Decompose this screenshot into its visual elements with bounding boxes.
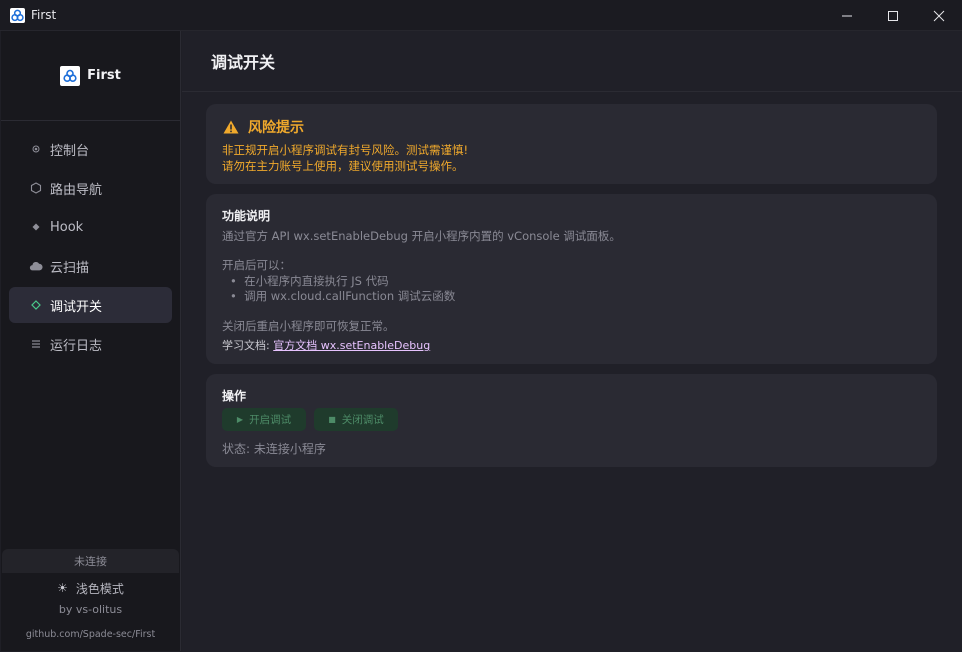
github-link[interactable]: github.com/Spade-sec/First — [1, 617, 180, 651]
title-bar: First — [0, 0, 962, 31]
sidebar-item-label: Hook — [50, 219, 84, 235]
sidebar-item-debug-switch[interactable]: 调试开关 — [9, 287, 172, 323]
app-logo-icon — [10, 7, 25, 23]
risk-warning-line: 请勿在主力账号上使用，建议使用测试号操作。 — [222, 159, 464, 173]
list-item-text: 调用 wx.cloud.callFunction 调试云函数 — [244, 289, 456, 303]
window-controls — [824, 0, 962, 31]
sun-icon: ☀ — [57, 581, 68, 595]
main-content: 调试开关 风险提示 非正规开启小程序调试有封号风险。测试需谨慎! 请勿在主力账号… — [182, 31, 962, 652]
risk-warning-card: 风险提示 非正规开启小程序调试有封号风险。测试需谨慎! 请勿在主力账号上使用，建… — [206, 104, 937, 184]
sidebar: First 控制台 路由导航 Hook 云扫描 调试开关 运行日志 未连接 ☀ … — [1, 31, 181, 651]
close-icon — [933, 10, 945, 21]
operations-card: 操作 ▶ 开启调试 ■ 关闭调试 状态: 未连接小程序 — [206, 374, 937, 467]
stop-icon: ■ — [328, 415, 336, 424]
author-byline: by vs-olitus — [58, 603, 123, 616]
brand-logo-icon — [60, 65, 81, 86]
dot-icon — [29, 145, 43, 153]
doc-label: 学习文档: — [222, 339, 270, 352]
sidebar-nav: 控制台 路由导航 Hook 云扫描 调试开关 运行日志 — [1, 121, 180, 362]
risk-warning-title: 风险提示 — [248, 120, 304, 136]
page-header: 调试开关 — [182, 31, 962, 92]
operations-title: 操作 — [222, 389, 247, 403]
restore-note: 关闭后重启小程序即可恢复正常。 — [222, 319, 395, 333]
risk-warning-line: 非正规开启小程序调试有封号风险。测试需谨慎! — [222, 143, 469, 157]
sidebar-item-label: 路由导航 — [50, 182, 103, 198]
minimize-button[interactable] — [824, 0, 870, 31]
feature-description-text: 通过官方 API wx.setEnableDebug 开启小程序内置的 vCon… — [222, 229, 621, 243]
feature-description-card: 功能说明 通过官方 API wx.setEnableDebug 开启小程序内置的… — [206, 194, 937, 364]
sidebar-item-label: 控制台 — [50, 143, 90, 159]
cloud-icon — [29, 260, 43, 272]
play-icon: ▶ — [236, 415, 244, 424]
connection-status: 未连接 — [2, 549, 179, 573]
list-icon — [29, 339, 43, 349]
enable-debug-button[interactable]: ▶ 开启调试 — [222, 408, 306, 431]
disable-debug-label: 关闭调试 — [341, 414, 384, 426]
after-enable-label: 开启后可以： — [222, 258, 291, 272]
sidebar-item-hook[interactable]: Hook — [9, 209, 172, 245]
list-item-text: 在小程序内直接执行 JS 代码 — [244, 274, 389, 288]
sidebar-item-cloud-scan[interactable]: 云扫描 — [9, 248, 172, 284]
window-title: First — [31, 8, 57, 22]
brand-name: First — [87, 68, 121, 83]
sidebar-footer: 未连接 ☀ 浅色模式 by vs-olitus github.com/Spade… — [1, 549, 180, 651]
sidebar-item-label: 调试开关 — [50, 299, 103, 315]
risk-warning-header: 风险提示 — [223, 117, 304, 137]
sidebar-item-label: 云扫描 — [50, 260, 90, 276]
feature-description-title: 功能说明 — [222, 209, 271, 223]
maximize-button[interactable] — [870, 0, 916, 31]
warning-icon — [223, 120, 239, 134]
sidebar-item-console[interactable]: 控制台 — [9, 131, 172, 167]
disable-debug-button[interactable]: ■ 关闭调试 — [314, 408, 398, 431]
doc-row: 学习文档: 官方文档 wx.setEnableDebug — [222, 337, 430, 353]
page-title: 调试开关 — [211, 53, 276, 72]
sidebar-item-label: 运行日志 — [50, 338, 103, 354]
theme-toggle-label: 浅色模式 — [75, 581, 124, 596]
diamond-small-icon — [29, 223, 43, 231]
brand: First — [1, 31, 180, 121]
status-text: 状态: 未连接小程序 — [222, 442, 326, 456]
sidebar-item-logs[interactable]: 运行日志 — [9, 326, 172, 362]
doc-link[interactable]: 官方文档 wx.setEnableDebug — [273, 339, 430, 352]
maximize-icon — [888, 10, 898, 21]
enable-debug-label: 开启调试 — [249, 414, 292, 426]
close-button[interactable] — [916, 0, 962, 31]
diamond-outline-icon — [29, 300, 43, 310]
sidebar-item-router[interactable]: 路由导航 — [9, 170, 172, 206]
list-item: • 在小程序内直接执行 JS 代码 — [230, 274, 389, 288]
theme-toggle[interactable]: ☀ 浅色模式 — [1, 573, 180, 603]
hexagon-icon — [29, 182, 43, 194]
minimize-icon — [842, 15, 852, 16]
list-item: • 调用 wx.cloud.callFunction 调试云函数 — [230, 289, 456, 303]
